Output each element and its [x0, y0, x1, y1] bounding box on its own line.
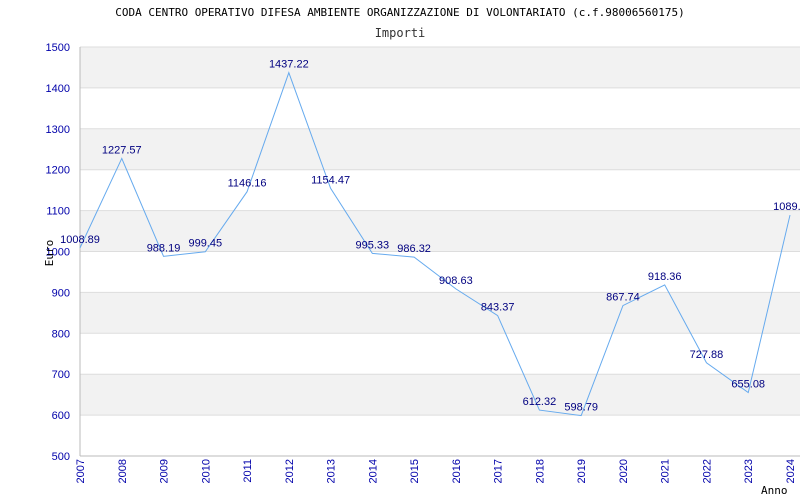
data-label: 1154.47 [311, 174, 350, 186]
x-tick-label: 2015 [409, 459, 421, 483]
data-label: 612.32 [523, 396, 557, 408]
data-label: 1227.57 [102, 144, 142, 156]
data-label: 999.45 [188, 238, 222, 250]
x-tick-label: 2022 [701, 459, 713, 483]
data-label: 867.74 [606, 292, 640, 304]
x-tick-labels: 2007 2008 2009 2010 2011 2012 2013 2014 2015 2016… [75, 459, 797, 483]
y-tick-label: 1100 [46, 206, 70, 218]
background-band [80, 374, 800, 416]
y-tick-label: 1400 [46, 83, 70, 95]
x-tick-label: 2007 [75, 459, 87, 483]
x-tick-label: 2010 [200, 459, 212, 483]
x-tick-label: 2018 [534, 459, 546, 483]
data-label: 1089.1 [773, 201, 800, 213]
x-tick-label: 2016 [451, 459, 463, 483]
data-label: 1008.89 [60, 234, 100, 246]
y-tick-label: 1200 [46, 165, 70, 177]
x-tick-label: 2019 [576, 459, 588, 483]
y-tick-label: 600 [52, 410, 70, 422]
y-axis-label: Euro [43, 240, 56, 267]
y-tick-label: 1500 [46, 42, 70, 54]
y-tick-label: 1300 [46, 124, 70, 136]
y-tick-label: 700 [52, 369, 70, 381]
chart-title: CODA CENTRO OPERATIVO DIFESA AMBIENTE OR… [115, 6, 685, 19]
chart-subtitle: Importi [375, 26, 426, 40]
data-label: 918.36 [648, 271, 682, 283]
data-label: 1146.16 [228, 178, 267, 190]
data-label: 908.63 [439, 275, 473, 287]
x-tick-label: 2009 [159, 459, 171, 483]
line-chart: 500600700800900100011001200130014001500 … [43, 6, 800, 497]
x-tick-label: 2023 [743, 459, 755, 483]
data-label: 1437.22 [269, 59, 309, 71]
data-label: 655.08 [731, 379, 765, 391]
x-tick-label: 2024 [785, 459, 797, 483]
x-tick-label: 2020 [618, 459, 630, 483]
x-tick-label: 2021 [660, 459, 672, 483]
y-tick-label: 800 [52, 328, 70, 340]
data-label: 995.33 [356, 239, 390, 251]
x-tick-label: 2012 [284, 459, 296, 483]
data-label: 843.37 [481, 302, 515, 314]
x-tick-label: 2008 [117, 459, 129, 483]
x-tick-label: 2014 [367, 459, 379, 483]
data-label: 986.32 [397, 243, 431, 255]
background-band [80, 128, 800, 170]
data-label: 598.79 [564, 402, 598, 414]
x-tick-label: 2017 [493, 459, 505, 483]
x-axis-label: Anno [761, 484, 788, 497]
data-label: 727.88 [690, 349, 724, 361]
background-band [80, 292, 800, 334]
background-band [80, 47, 800, 88]
x-tick-label: 2013 [326, 459, 338, 483]
y-tick-label: 900 [52, 287, 70, 299]
data-label: 988.19 [147, 242, 181, 254]
y-tick-label: 500 [52, 451, 70, 463]
x-tick-label: 2011 [242, 459, 254, 483]
